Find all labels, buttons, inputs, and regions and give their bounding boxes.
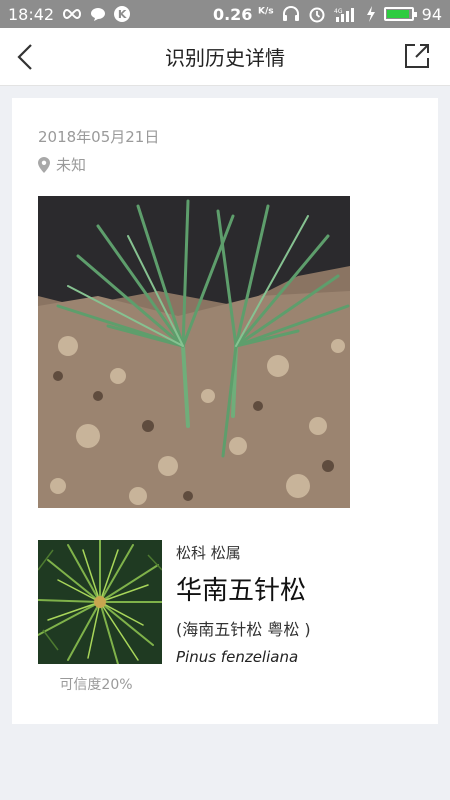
- map-pin-icon: [38, 156, 50, 173]
- species-reference-photo: [38, 540, 162, 664]
- status-bar: 18:42 K 0.26 K/s 4G 94: [0, 0, 450, 28]
- back-button[interactable]: [8, 40, 42, 74]
- species-chinese-name: 华南五针松: [176, 576, 307, 606]
- network-speed-unit: K/s: [258, 6, 274, 17]
- species-latin-name: Pinus fenzeliana: [176, 648, 299, 666]
- headset-icon: [282, 6, 300, 22]
- share-button[interactable]: [402, 41, 432, 71]
- battery-icon: [383, 7, 417, 21]
- page-title: 识别历史详情: [165, 46, 285, 70]
- infinity-icon: [62, 8, 82, 20]
- share-external-icon: [405, 44, 429, 68]
- nav-bar: 识别历史详情: [0, 28, 450, 86]
- svg-text:4G: 4G: [334, 8, 343, 15]
- k-badge-icon: K: [114, 6, 131, 22]
- battery-percent: 94: [421, 4, 442, 24]
- species-result[interactable]: 可信度20% 松科 松属 华南五针松 (海南五针松 粤松 ) Pinus fen…: [38, 540, 418, 700]
- status-time: 18:42: [8, 4, 55, 24]
- network-speed: 0.26 K/s: [213, 5, 274, 24]
- network-speed-value: 0.26: [212, 4, 253, 24]
- result-card: 2018年05月21日 未知 可信度20% 松科 松属 华南五针松 (海南五针松…: [12, 98, 438, 724]
- species-aliases: (海南五针松 粤松 ): [176, 620, 311, 639]
- confidence-label: 可信度20%: [59, 677, 133, 693]
- alarm-icon: [308, 5, 326, 23]
- location-text: 未知: [56, 156, 87, 174]
- signal-4g-icon: 4G: [334, 6, 358, 22]
- record-location: 未知: [38, 154, 86, 175]
- uploaded-plant-photo[interactable]: [38, 196, 350, 508]
- charging-icon: [366, 6, 376, 22]
- chevron-left-icon: [17, 44, 32, 70]
- family-genus: 松科 松属: [176, 544, 241, 562]
- chat-bubble-icon: [90, 6, 106, 22]
- record-date: 2018年05月21日: [38, 128, 160, 146]
- battery-level-fill: [386, 10, 410, 18]
